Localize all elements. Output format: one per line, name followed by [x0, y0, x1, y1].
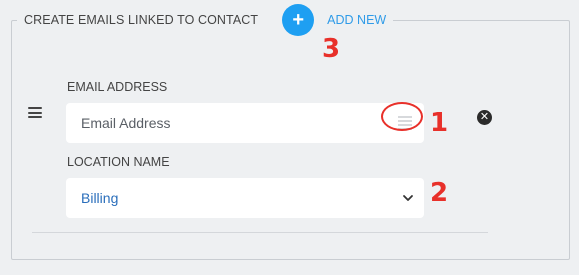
location-name-select[interactable]: Billing [66, 178, 424, 218]
section-header: CREATE EMAILS LINKED TO CONTACT + ADD NE… [17, 3, 394, 37]
annotation-number-1: 1 [430, 108, 449, 138]
email-contact-panel: CREATE EMAILS LINKED TO CONTACT + ADD NE… [0, 0, 579, 275]
location-name-label: LOCATION NAME [67, 155, 170, 169]
annotation-number-3: 3 [322, 34, 341, 64]
email-address-input[interactable] [81, 115, 361, 131]
plus-icon: + [292, 9, 305, 31]
location-selected-value: Billing [81, 190, 119, 206]
section-title: CREATE EMAILS LINKED TO CONTACT [24, 13, 259, 27]
divider [32, 232, 488, 233]
add-new-link[interactable]: ADD NEW [327, 13, 386, 27]
email-address-label: EMAIL ADDRESS [67, 80, 168, 94]
add-new-button[interactable]: + [282, 4, 315, 36]
email-address-field[interactable] [66, 103, 424, 143]
chevron-down-icon [403, 195, 413, 201]
drag-handle-icon[interactable] [28, 107, 42, 118]
annotation-highlight-circle [381, 102, 423, 131]
remove-email-icon[interactable]: ✕ [477, 110, 492, 125]
annotation-number-2: 2 [430, 178, 449, 208]
